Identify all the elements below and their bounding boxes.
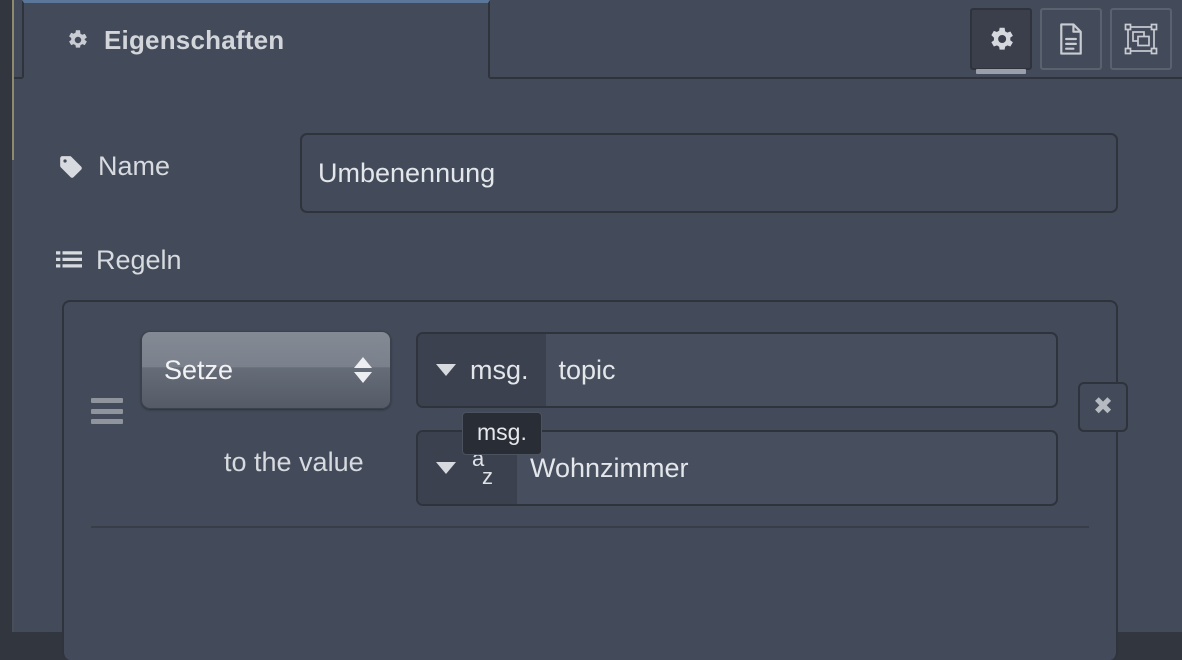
- appearance-tab-button[interactable]: [1110, 8, 1172, 70]
- name-label-text: Name: [98, 151, 171, 181]
- rule-action-value: Setze: [164, 354, 234, 385]
- rule-target-type-selector[interactable]: msg.: [418, 334, 546, 406]
- tab-eigenschaften[interactable]: Eigenschaften: [22, 0, 490, 79]
- name-input[interactable]: [300, 133, 1118, 213]
- description-tab-button[interactable]: [1040, 8, 1102, 70]
- properties-panel: Eigenschaften Name Umbenennung Regeln Se…: [14, 0, 1182, 660]
- name-label: Name: [58, 151, 170, 182]
- chevron-updown-icon: [354, 357, 372, 383]
- document-icon: [1056, 22, 1086, 56]
- delete-rule-button[interactable]: ✖: [1078, 382, 1128, 432]
- rules-container: Setze msg. topic to the value a z Wohnzi…: [62, 300, 1128, 660]
- properties-tab-button[interactable]: [970, 8, 1032, 74]
- reorder-handle-icon[interactable]: [91, 398, 123, 424]
- rule-action-select[interactable]: Setze: [141, 331, 391, 409]
- appearance-icon: [1124, 23, 1158, 55]
- list-icon: [56, 249, 82, 273]
- gear-icon: [64, 27, 90, 53]
- rules-label-text: Regeln: [96, 245, 182, 275]
- node-editor-root: Eigenschaften Name Umbenennung Regeln Se…: [0, 0, 1182, 660]
- tab-label: Eigenschaften: [104, 24, 285, 55]
- rule-target-typed-input[interactable]: msg. topic: [416, 332, 1058, 408]
- gear-icon: [986, 24, 1016, 54]
- editor-tabbar: Eigenschaften: [14, 0, 1182, 79]
- close-icon: ✖: [1092, 393, 1114, 420]
- rule-target-value[interactable]: topic: [546, 334, 1056, 406]
- tab-icon-buttons: [970, 8, 1172, 74]
- rule-row: Setze msg. topic to the value a z Wohnzi…: [64, 302, 1128, 528]
- tag-icon: [58, 154, 84, 180]
- rule-value-value[interactable]: Wohnzimmer: [517, 432, 1056, 504]
- properties-body: Name Regeln: [14, 79, 1182, 660]
- tooltip-text: msg.: [477, 419, 527, 445]
- caret-down-icon: [436, 364, 456, 376]
- rules-label: Regeln: [56, 245, 182, 276]
- rule-target-type-label: msg.: [470, 354, 529, 385]
- tooltip: msg.: [462, 412, 542, 455]
- caret-down-icon: [436, 462, 456, 474]
- name-row: Name: [14, 133, 1182, 213]
- rule-connector-label: to the value: [224, 447, 364, 477]
- rule-separator: [91, 526, 1089, 528]
